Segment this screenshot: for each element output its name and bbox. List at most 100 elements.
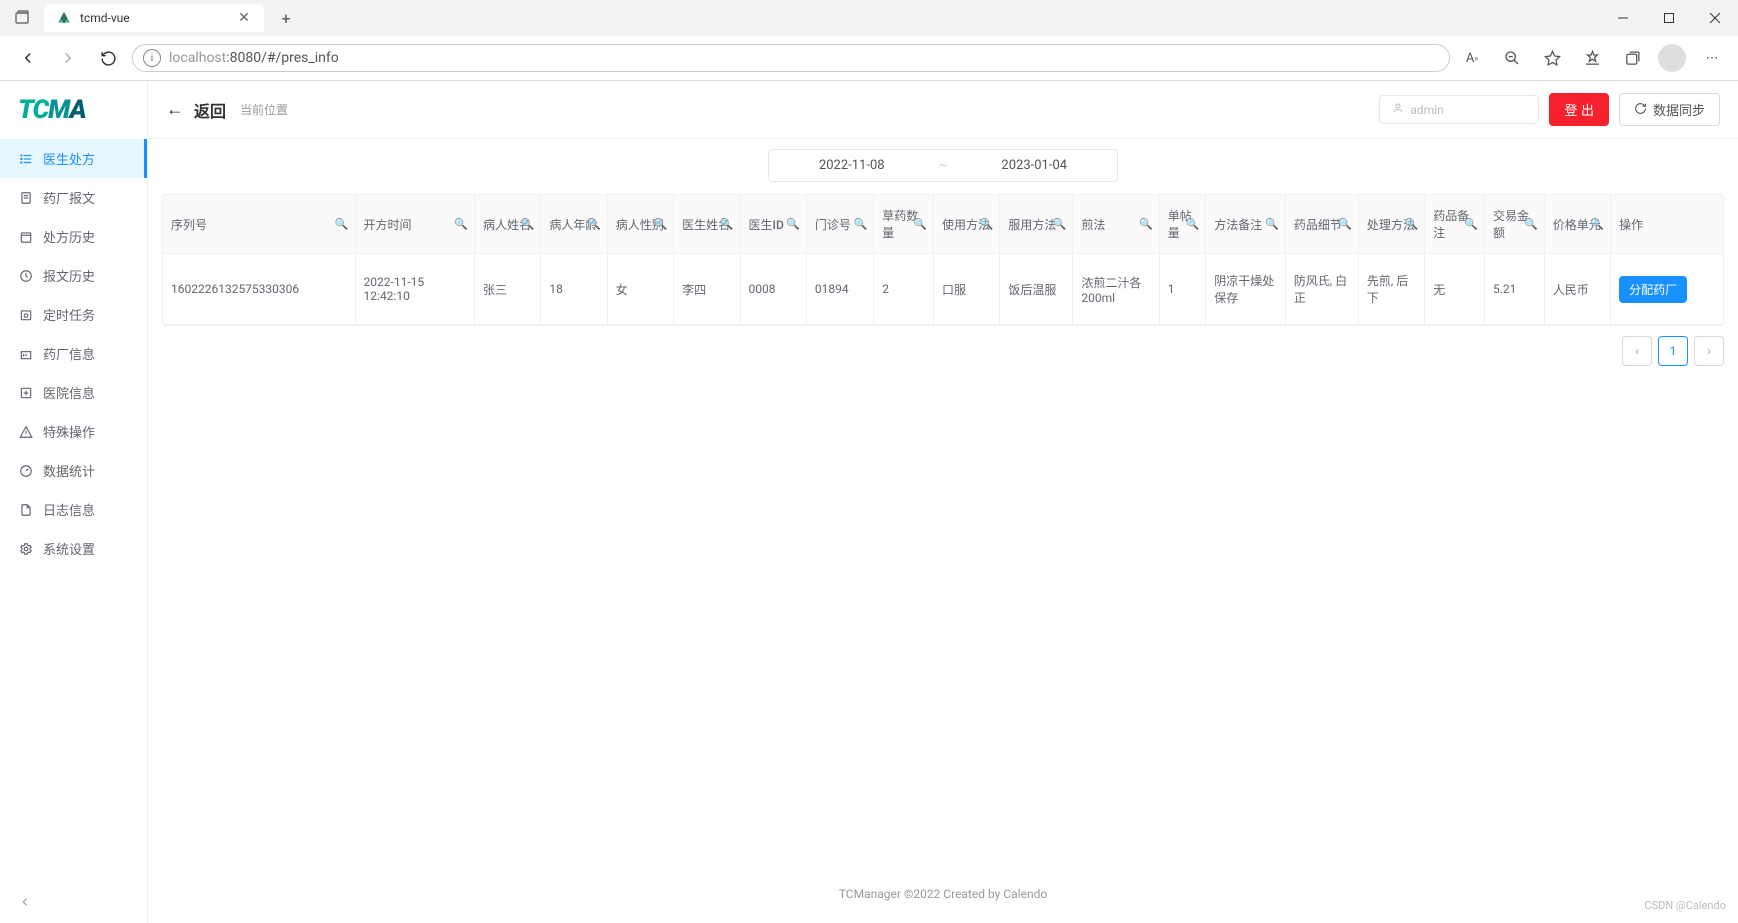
th-open-time[interactable]: 开方时间🔍 bbox=[355, 195, 475, 254]
forward-button[interactable] bbox=[52, 42, 84, 74]
th-take-method[interactable]: 服用方法🔍 bbox=[1000, 195, 1073, 254]
refresh-button[interactable] bbox=[92, 42, 124, 74]
th-patient-name[interactable]: 病人姓名🔍 bbox=[475, 195, 541, 254]
search-icon[interactable]: 🔍 bbox=[1464, 218, 1478, 231]
search-icon[interactable]: 🔍 bbox=[1053, 218, 1067, 231]
cell-dose-qty: 1 bbox=[1159, 254, 1205, 325]
th-patient-gender[interactable]: 病人性别🔍 bbox=[607, 195, 673, 254]
search-icon[interactable]: 🔍 bbox=[980, 218, 994, 231]
sidebar-collapse-button[interactable] bbox=[0, 885, 147, 923]
th-usage[interactable]: 使用方法🔍 bbox=[934, 195, 1000, 254]
read-aloud-icon[interactable]: A» bbox=[1458, 44, 1486, 72]
search-icon[interactable]: 🔍 bbox=[521, 218, 535, 231]
sidebar-item-logs[interactable]: 日志信息 bbox=[0, 490, 147, 529]
close-window-button[interactable] bbox=[1692, 0, 1738, 36]
maximize-button[interactable] bbox=[1646, 0, 1692, 36]
search-icon[interactable]: 🔍 bbox=[1590, 218, 1604, 231]
search-icon[interactable]: 🔍 bbox=[653, 218, 667, 231]
search-icon[interactable]: 🔍 bbox=[786, 218, 800, 231]
cell-drug-remark: 无 bbox=[1425, 254, 1485, 325]
tab-close-icon[interactable]: ✕ bbox=[236, 10, 252, 26]
search-icon[interactable]: 🔍 bbox=[1405, 218, 1419, 231]
search-icon[interactable]: 🔍 bbox=[1139, 218, 1153, 231]
th-drug-remark[interactable]: 药品备注🔍 bbox=[1425, 195, 1485, 254]
page-next-button[interactable]: › bbox=[1694, 336, 1724, 366]
sidebar-item-stats[interactable]: 数据统计 bbox=[0, 451, 147, 490]
th-outpatient-no[interactable]: 门诊号🔍 bbox=[806, 195, 873, 254]
cell-herb-qty: 2 bbox=[874, 254, 934, 325]
favorites-bar-icon[interactable] bbox=[1578, 44, 1606, 72]
sync-icon bbox=[1634, 102, 1647, 118]
watermark: CSDN @Calendo bbox=[1644, 899, 1726, 912]
cell-patient-name: 张三 bbox=[475, 254, 541, 325]
th-currency[interactable]: 价格单元🔍 bbox=[1544, 195, 1610, 254]
sidebar-item-factory-info[interactable]: 药厂信息 bbox=[0, 334, 147, 373]
sidebar-item-label: 特殊操作 bbox=[43, 422, 95, 441]
cell-outpatient-no: 01894 bbox=[806, 254, 873, 325]
sidebar-item-label: 报文历史 bbox=[43, 266, 95, 285]
th-doctor-id[interactable]: 医生ID🔍 bbox=[740, 195, 806, 254]
user-name: admin bbox=[1410, 103, 1443, 117]
search-icon[interactable]: 🔍 bbox=[1524, 218, 1538, 231]
browser-tab[interactable]: tcmd-vue ✕ bbox=[44, 4, 264, 32]
sidebar-item-special-ops[interactable]: 特殊操作 bbox=[0, 412, 147, 451]
plus-square-icon bbox=[18, 385, 33, 400]
sidebar-item-label: 医生处方 bbox=[43, 149, 95, 168]
page-prev-button[interactable]: ‹ bbox=[1622, 336, 1652, 366]
date-range-picker[interactable]: 2022-11-08 ~ 2023-01-04 bbox=[768, 149, 1118, 182]
sidebar-item-settings[interactable]: 系统设置 bbox=[0, 529, 147, 568]
search-icon[interactable]: 🔍 bbox=[1265, 218, 1279, 231]
url-input[interactable]: i localhost:8080/#/pres_info bbox=[132, 44, 1450, 72]
search-icon[interactable]: 🔍 bbox=[1338, 218, 1352, 231]
site-info-icon[interactable]: i bbox=[143, 49, 161, 67]
more-icon[interactable]: ⋯ bbox=[1698, 44, 1726, 72]
search-icon[interactable]: 🔍 bbox=[720, 218, 734, 231]
th-doctor-name[interactable]: 医生姓名🔍 bbox=[674, 195, 740, 254]
logo: TCMA bbox=[0, 81, 147, 139]
sidebar-item-msg-history[interactable]: 报文历史 bbox=[0, 256, 147, 295]
favorites-star-icon[interactable] bbox=[1538, 44, 1566, 72]
th-action: 操作 bbox=[1611, 195, 1723, 254]
search-icon[interactable]: 🔍 bbox=[854, 218, 868, 231]
th-process[interactable]: 处理方法🔍 bbox=[1358, 195, 1424, 254]
sidebar-item-label: 定时任务 bbox=[43, 305, 95, 324]
sidebar-item-factory-msg[interactable]: 药厂报文 bbox=[0, 178, 147, 217]
footer: TCManager ©2022 Created by Calendo bbox=[162, 875, 1724, 913]
th-decoct[interactable]: 煎法🔍 bbox=[1073, 195, 1159, 254]
th-amount[interactable]: 交易金额🔍 bbox=[1484, 195, 1544, 254]
th-drug-detail[interactable]: 药品细节🔍 bbox=[1285, 195, 1358, 254]
search-icon[interactable]: 🔍 bbox=[1185, 218, 1199, 231]
th-patient-age[interactable]: 病人年龄🔍 bbox=[541, 195, 607, 254]
sidebar-item-cron[interactable]: 定时任务 bbox=[0, 295, 147, 334]
search-icon[interactable]: 🔍 bbox=[587, 218, 601, 231]
sidebar-item-doctor-pres[interactable]: 医生处方 bbox=[0, 139, 147, 178]
minimize-button[interactable] bbox=[1600, 0, 1646, 36]
collections-icon[interactable] bbox=[1618, 44, 1646, 72]
browser-chrome: tcmd-vue ✕ + i localhost:8080/#/pres_inf… bbox=[0, 0, 1738, 81]
tabs-overview-button[interactable] bbox=[8, 4, 36, 32]
new-tab-button[interactable]: + bbox=[272, 4, 300, 32]
back-arrow-icon[interactable]: ← bbox=[166, 99, 184, 120]
vue-favicon-icon bbox=[56, 10, 72, 26]
search-icon[interactable]: 🔍 bbox=[335, 218, 349, 231]
address-bar: i localhost:8080/#/pres_info A» ⋯ bbox=[0, 36, 1738, 80]
logout-button[interactable]: 登 出 bbox=[1549, 93, 1609, 126]
search-icon[interactable]: 🔍 bbox=[913, 218, 927, 231]
sidebar-item-pres-history[interactable]: 处方历史 bbox=[0, 217, 147, 256]
th-dose-qty[interactable]: 单帖量🔍 bbox=[1159, 195, 1205, 254]
back-label[interactable]: 返回 bbox=[194, 98, 226, 122]
assign-factory-button[interactable]: 分配药厂 bbox=[1619, 276, 1687, 303]
search-icon[interactable]: 🔍 bbox=[454, 218, 468, 231]
th-serial[interactable]: 序列号🔍 bbox=[163, 195, 355, 254]
sync-button[interactable]: 数据同步 bbox=[1619, 93, 1720, 126]
th-herb-qty[interactable]: 草药数量🔍 bbox=[874, 195, 934, 254]
th-method-remark[interactable]: 方法备注🔍 bbox=[1206, 195, 1286, 254]
sidebar-item-label: 系统设置 bbox=[43, 539, 95, 558]
document-icon bbox=[18, 502, 33, 517]
page-number-button[interactable]: 1 bbox=[1658, 336, 1688, 366]
sidebar-item-hospital-info[interactable]: 医院信息 bbox=[0, 373, 147, 412]
profile-avatar[interactable] bbox=[1658, 44, 1686, 72]
gear-icon bbox=[18, 541, 33, 556]
zoom-icon[interactable] bbox=[1498, 44, 1526, 72]
back-button[interactable] bbox=[12, 42, 44, 74]
